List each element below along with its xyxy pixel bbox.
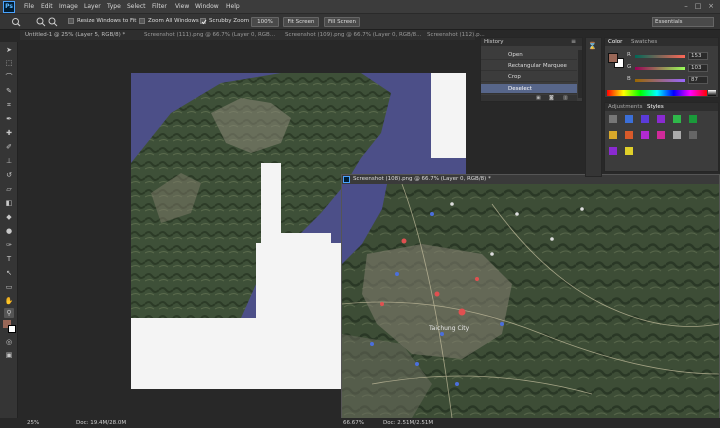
healing-brush-tool-icon[interactable]: ✚ — [4, 128, 14, 138]
fill-screen-button[interactable]: Fill Screen — [324, 17, 360, 27]
main-doc-size: Doc: 19.4M/28.0M — [76, 420, 127, 426]
new-document-icon[interactable]: ▣ — [536, 95, 541, 101]
ps-doc-icon — [343, 176, 350, 183]
g-value-input[interactable]: 103 — [688, 64, 708, 72]
quick-mask-icon[interactable]: ◎ — [4, 337, 14, 347]
brush-tool-icon[interactable]: ✐ — [4, 142, 14, 152]
zoom-tool-preset-icon[interactable] — [11, 17, 23, 27]
b-label: B — [627, 76, 631, 82]
history-panel-title: History — [481, 38, 582, 46]
quick-select-tool-icon[interactable]: ✎ — [4, 86, 14, 96]
gradient-tool-icon[interactable]: ◧ — [4, 198, 14, 208]
map-city-label: Taichung City — [429, 325, 470, 332]
crop-tool-icon[interactable]: ⌗ — [4, 100, 14, 110]
clone-stamp-tool-icon[interactable]: ⊥ — [4, 156, 14, 166]
history-scrollbar[interactable] — [578, 50, 582, 98]
tab-adjustments[interactable]: Adjustments — [608, 103, 642, 111]
history-item-crop[interactable]: Crop — [481, 72, 577, 82]
shape-tool-icon[interactable]: ▭ — [4, 282, 14, 292]
collapsed-panel-strip — [585, 37, 602, 177]
zoom-out-icon[interactable] — [48, 17, 58, 27]
menu-edit[interactable]: Edit — [41, 3, 53, 10]
menu-window[interactable]: Window — [195, 3, 219, 10]
menu-file[interactable]: File — [24, 3, 34, 10]
floating-map-image[interactable] — [342, 184, 719, 418]
menu-select[interactable]: Select — [127, 3, 146, 10]
tab-swatches[interactable]: Swatches — [631, 38, 657, 46]
r-slider[interactable] — [635, 55, 685, 58]
r-label: R — [627, 52, 631, 58]
blur-tool-icon[interactable]: ◆ — [4, 212, 14, 222]
history-brush-tool-icon[interactable]: ↺ — [4, 170, 14, 180]
menu-view[interactable]: View — [175, 3, 189, 10]
trash-icon[interactable]: ▥ — [563, 95, 568, 101]
b-slider[interactable] — [635, 79, 685, 82]
dodge-tool-icon[interactable]: ● — [4, 226, 14, 236]
path-select-tool-icon[interactable]: ↖ — [4, 268, 14, 278]
scrubby-zoom-label: Scrubby Zoom — [209, 18, 250, 24]
scrubby-zoom-checkbox[interactable] — [200, 18, 207, 25]
g-label: G — [627, 64, 632, 70]
tab-untitled-1[interactable]: Untitled-1 @ 25% (Layer 5, RGB/8) * — [25, 31, 125, 40]
fit-screen-button[interactable]: Fit Screen — [283, 17, 319, 27]
color-panel-fg-swatch[interactable] — [608, 53, 618, 63]
floating-doc-size: Doc: 2.51M/2.51M — [383, 420, 434, 426]
menu-layer[interactable]: Layer — [84, 3, 101, 10]
menu-filter[interactable]: Filter — [152, 3, 167, 10]
menu-image[interactable]: Image — [59, 3, 78, 10]
zoom-in-icon[interactable] — [36, 17, 46, 27]
tab-screenshot-112[interactable]: Screenshot (112).p... — [427, 31, 485, 40]
history-panel-icon[interactable]: ⌛ — [588, 42, 597, 50]
main-zoom-level[interactable]: 25% — [27, 420, 39, 426]
resize-windows-checkbox[interactable] — [68, 18, 74, 24]
history-item-marquee[interactable]: Rectangular Marquee — [481, 61, 577, 71]
screen-mode-icon[interactable]: ▣ — [4, 350, 14, 360]
r-value-input[interactable]: 153 — [688, 52, 708, 60]
move-tool-icon[interactable]: ➤ — [4, 45, 14, 55]
floating-zoom-level[interactable]: 66.67% — [343, 420, 364, 426]
type-tool-icon[interactable]: T — [4, 254, 14, 264]
tab-color[interactable]: Color — [608, 38, 622, 46]
color-spectrum-ramp[interactable] — [607, 90, 707, 96]
history-item-open[interactable]: Open — [481, 50, 577, 60]
snapshot-icon[interactable]: ◙ — [549, 95, 554, 101]
close-button[interactable]: × — [707, 2, 715, 10]
zoom-all-checkbox[interactable] — [139, 18, 145, 24]
hand-tool-icon[interactable]: ✋ — [4, 296, 14, 306]
menu-type[interactable]: Type — [107, 3, 121, 10]
zoom-all-label: Zoom All Windows — [148, 18, 199, 24]
workspace-switcher[interactable]: Essentials — [652, 17, 714, 27]
lasso-tool-icon[interactable]: ⌒ — [4, 72, 14, 82]
g-slider[interactable] — [635, 67, 685, 70]
panel-menu-icon[interactable]: ≡ — [571, 38, 576, 45]
actual-pixels-button[interactable]: 100% — [251, 17, 279, 27]
photoshop-logo-icon: Ps — [3, 1, 15, 13]
minimize-button[interactable]: – — [682, 2, 690, 10]
tab-screenshot-109[interactable]: Screenshot (109).png @ 66.7% (Layer 0, R… — [285, 31, 421, 40]
history-item-deselect[interactable]: Deselect — [481, 84, 577, 94]
menu-help[interactable]: Help — [226, 3, 240, 10]
grayscale-ramp[interactable] — [708, 90, 716, 96]
styles-grid — [609, 115, 709, 165]
marquee-tool-icon[interactable]: ⬚ — [4, 58, 14, 68]
eyedropper-tool-icon[interactable]: ✒ — [4, 114, 14, 124]
floating-doc-title: Screenshot (108).png @ 66.7% (Layer 0, R… — [353, 176, 491, 182]
tab-screenshot-111[interactable]: Screenshot (111).png @ 66.7% (Layer 0, R… — [144, 31, 275, 40]
maximize-button[interactable]: □ — [694, 2, 702, 10]
resize-windows-label: Resize Windows to Fit — [77, 18, 137, 24]
zoom-tool-icon[interactable]: ⚲ — [4, 308, 14, 318]
b-value-input[interactable]: 87 — [688, 76, 708, 84]
pen-tool-icon[interactable]: ✑ — [4, 240, 14, 250]
eraser-tool-icon[interactable]: ▱ — [4, 184, 14, 194]
tab-styles[interactable]: Styles — [647, 103, 664, 111]
background-color-swatch[interactable] — [8, 325, 16, 333]
